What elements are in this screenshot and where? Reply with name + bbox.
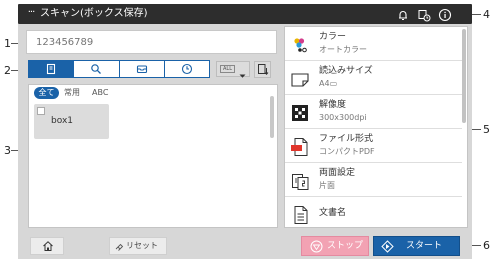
box-clock-icon[interactable] [417, 7, 431, 22]
setting-file-format-label: ファイル形式 [319, 134, 374, 144]
box-select-icon [47, 63, 56, 75]
duplex-icon [292, 174, 309, 190]
resolution-icon [292, 105, 308, 121]
stop-button[interactable]: ストップ [301, 236, 369, 256]
filter-value: ALL [220, 65, 235, 73]
setting-color-value: オートカラー [319, 45, 367, 54]
paper-size-icon [291, 73, 309, 87]
setting-file-format-value: コンパクトPDF [319, 147, 375, 156]
setting-scan-size-label: 読込みサイズ [319, 66, 373, 76]
page-title: スキャン(ボックス保存) [40, 8, 148, 19]
box-tray-icon [136, 65, 147, 74]
start-icon [381, 240, 394, 253]
segment-search[interactable] [74, 61, 120, 77]
pdf-icon [291, 138, 308, 156]
view-mode-segmented-control [28, 60, 210, 78]
document-icon [294, 206, 308, 224]
chevron-down-icon [239, 65, 246, 84]
callout-4: 4 [483, 8, 490, 21]
home-button[interactable] [30, 237, 64, 255]
sort-button[interactable] [254, 61, 271, 78]
segment-box-select[interactable] [29, 61, 75, 77]
clock-icon [181, 63, 192, 75]
callout-6-line [472, 245, 481, 246]
setting-color[interactable]: カラー オートカラー [285, 27, 462, 61]
tab-all[interactable]: 全て [34, 87, 59, 99]
setting-document-name[interactable]: 文書名 [285, 197, 462, 231]
box-list-scrollbar[interactable] [270, 96, 274, 138]
start-label: スタート [406, 241, 443, 251]
callout-2: 2 [4, 64, 11, 77]
search-icon [91, 64, 102, 74]
eraser-icon [115, 243, 124, 251]
color-icon [294, 38, 307, 53]
reset-label: リセット [126, 241, 158, 250]
bell-icon[interactable] [396, 7, 410, 21]
reset-button[interactable]: リセット [109, 237, 167, 255]
setting-duplex-value: 片面 [319, 181, 335, 190]
setting-resolution-label: 解像度 [319, 100, 347, 110]
callout-3: 3 [4, 144, 11, 157]
setting-document-name-label: 文書名 [319, 208, 347, 218]
settings-scrollbar[interactable] [462, 29, 466, 123]
title-bar: ··· スキャン(ボックス保存) [18, 4, 472, 24]
callout-6: 6 [483, 239, 490, 252]
filter-dropdown[interactable]: ALL [216, 61, 250, 78]
setting-resolution[interactable]: 解像度 300x300dpi [285, 95, 462, 129]
menu-button[interactable]: ··· [24, 7, 38, 21]
tab-abc[interactable]: ABC [92, 87, 108, 99]
info-icon[interactable] [438, 7, 452, 22]
callout-5: 5 [483, 123, 490, 136]
sort-icon [258, 64, 269, 75]
start-button[interactable]: スタート [373, 236, 460, 256]
setting-duplex[interactable]: 両面設定 片面 [285, 163, 462, 197]
setting-color-label: カラー [319, 32, 347, 42]
tab-frequent[interactable]: 常用 [64, 87, 80, 99]
callout-1: 1 [4, 37, 11, 50]
box-item-name: box1 [51, 116, 73, 126]
setting-scan-size[interactable]: 読込みサイズ A4▭ [285, 61, 462, 95]
stop-label: ストップ [327, 241, 364, 251]
setting-resolution-value: 300x300dpi [319, 113, 367, 122]
stop-icon [310, 240, 323, 253]
segment-box-tray[interactable] [120, 61, 165, 77]
box-item-checkbox[interactable] [37, 107, 45, 115]
callout-4-line [472, 14, 481, 15]
segment-history[interactable] [165, 61, 209, 77]
search-input[interactable] [26, 30, 277, 54]
setting-file-format[interactable]: ファイル形式 コンパクトPDF [285, 129, 462, 163]
setting-duplex-label: 両面設定 [319, 168, 356, 178]
setting-scan-size-value: A4▭ [319, 79, 338, 88]
home-icon [43, 241, 53, 251]
